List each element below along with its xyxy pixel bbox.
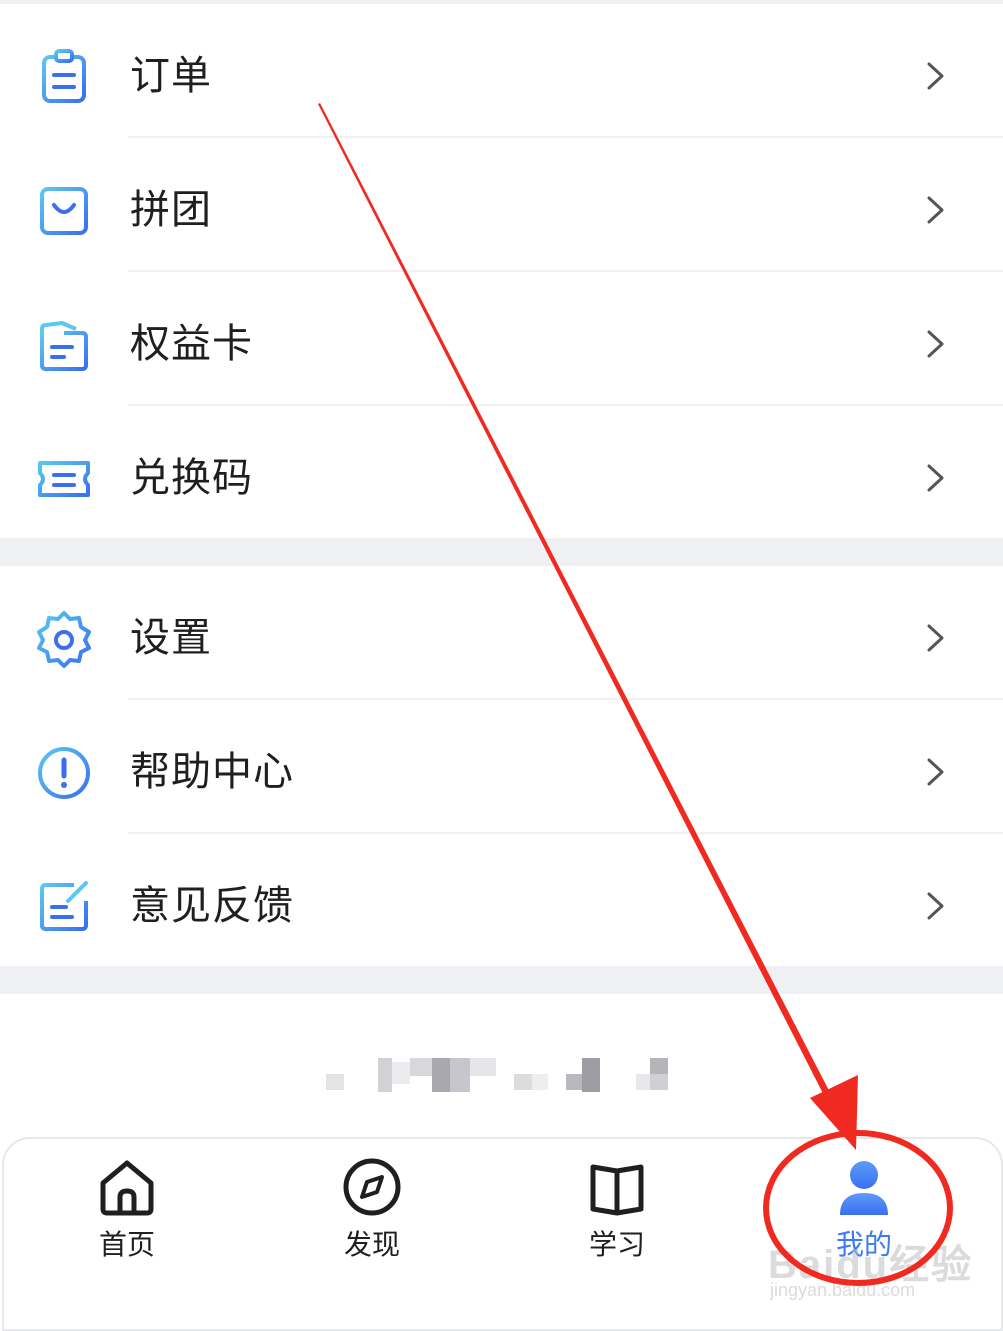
tab-mine[interactable]: 我的: [764, 1139, 964, 1289]
tab-study[interactable]: 学习: [517, 1139, 717, 1289]
menu-group-support: 设置 帮助中心 意见反馈: [0, 566, 1003, 966]
tab-label: 首页: [98, 1228, 155, 1261]
gear-icon: [37, 611, 91, 668]
chevron-right-icon: [927, 196, 944, 224]
home-icon: [100, 1160, 154, 1216]
menu-item-feedback[interactable]: 意见反馈: [0, 834, 1003, 968]
help-circle-icon: [38, 747, 90, 799]
menu-item-label: 意见反馈: [130, 883, 294, 929]
tab-discover[interactable]: 发现: [272, 1139, 472, 1289]
section-gap: [0, 966, 1003, 994]
card-folder-icon: [40, 321, 88, 371]
book-icon: [590, 1164, 644, 1216]
menu-group-account: 订单 拼团 权益卡 兑换码: [0, 4, 1003, 538]
menu-item-orders[interactable]: 订单: [0, 4, 1003, 138]
compass-icon: [343, 1158, 401, 1216]
chevron-right-icon: [927, 330, 944, 358]
menu-item-label: 设置: [130, 615, 212, 661]
ticket-icon: [38, 461, 90, 497]
bottom-tab-bar: 首页 发现 学习 我的: [2, 1137, 1003, 1331]
feedback-edit-icon: [40, 881, 88, 931]
user-icon: [840, 1161, 888, 1215]
tab-label: 学习: [588, 1228, 645, 1261]
tab-home[interactable]: 首页: [27, 1139, 227, 1289]
tab-label: 我的: [835, 1228, 892, 1261]
shopping-bag-icon: [40, 187, 88, 235]
clipboard-icon: [42, 49, 86, 103]
menu-item-label: 权益卡: [130, 321, 253, 367]
chevron-right-icon: [927, 758, 944, 786]
menu-item-help-center[interactable]: 帮助中心: [0, 700, 1003, 834]
menu-item-group-buy[interactable]: 拼团: [0, 138, 1003, 272]
chevron-right-icon: [927, 624, 944, 652]
chevron-right-icon: [927, 464, 944, 492]
menu-item-redeem-code[interactable]: 兑换码: [0, 406, 1003, 540]
chevron-right-icon: [927, 892, 944, 920]
menu-item-benefit-card[interactable]: 权益卡: [0, 272, 1003, 406]
chevron-right-icon: [927, 62, 944, 90]
menu-item-label: 订单: [130, 53, 212, 99]
censored-footer-text: [326, 1058, 668, 1092]
section-gap: [0, 538, 1003, 566]
tab-label: 发现: [343, 1228, 400, 1261]
menu-item-label: 兑换码: [130, 455, 253, 501]
menu-item-label: 帮助中心: [130, 749, 294, 795]
menu-item-label: 拼团: [130, 187, 212, 233]
menu-item-settings[interactable]: 设置: [0, 566, 1003, 700]
